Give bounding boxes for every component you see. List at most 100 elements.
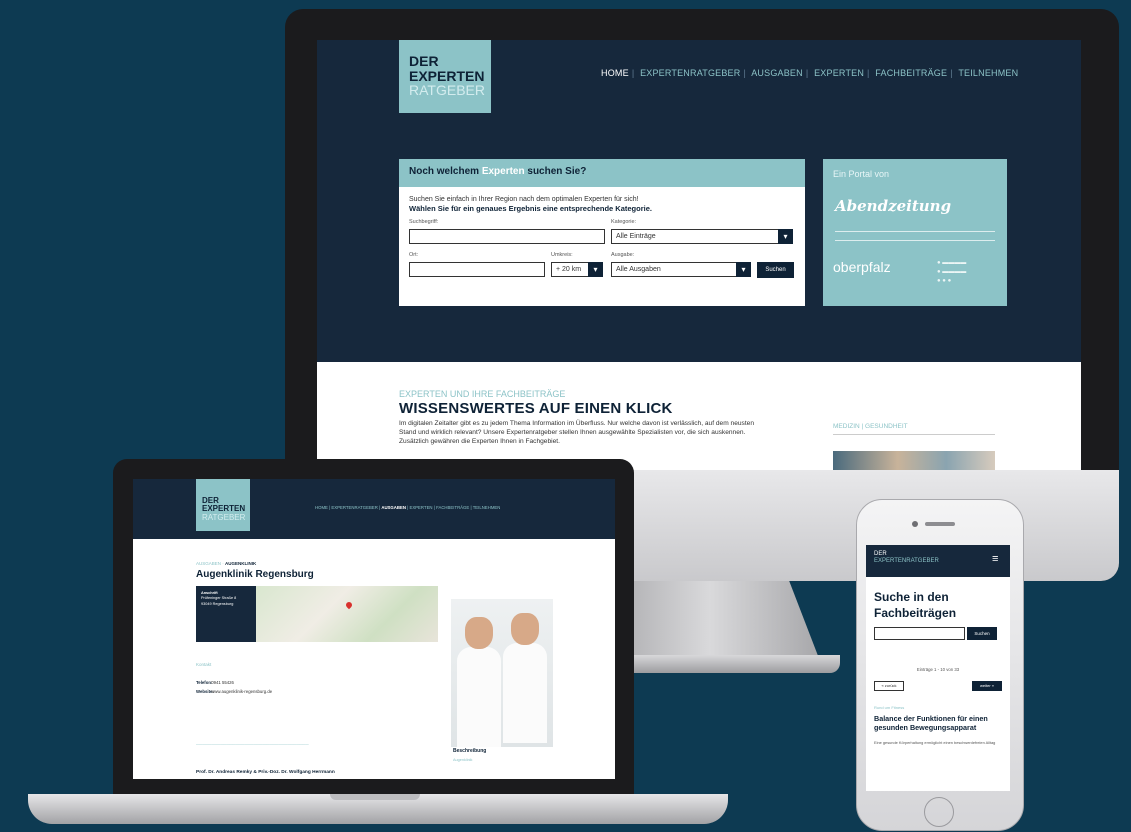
logo-line-2: EXPERTEN <box>409 67 485 84</box>
breadcrumb-ausgaben[interactable]: AUSGABEN <box>196 561 221 566</box>
contact-dots-icon: ● ▬▬▬▬ ● ▬▬▬▬ ● ● ● <box>937 260 967 284</box>
website-label: Website: <box>196 689 214 694</box>
portal-title: Ein Portal von <box>833 169 890 179</box>
nav-experten[interactable]: EXPERTEN <box>814 68 864 78</box>
address-box: Anschrift Prüfeninger Straße 8 93049 Reg… <box>196 586 256 642</box>
description-link[interactable]: ───────────────────────────────────── <box>196 742 436 747</box>
location-map[interactable] <box>256 586 438 642</box>
chevron-down-icon[interactable]: ▾ <box>588 262 603 277</box>
title-line-1: Suche in den <box>874 590 949 604</box>
section-text: Im digitalen Zeitalter gibt es zu jedem … <box>399 420 755 445</box>
doctor-face <box>511 613 539 645</box>
nav-teilnehmen[interactable]: TEILNEHMEN <box>473 505 501 510</box>
next-page-button[interactable]: weiter » <box>972 681 1002 691</box>
result-count: Einträge 1 - 10 von 33 <box>916 667 960 672</box>
beschreibung-sub: Augenklinik <box>453 758 473 762</box>
breadcrumb: AUSGABEN · AUGENKLINIK <box>196 561 257 566</box>
search-input[interactable] <box>874 627 965 640</box>
heading-pre: Noch welchem <box>409 166 480 177</box>
suchbegriff-input[interactable] <box>409 229 605 244</box>
site-logo[interactable]: DER EXPERTEN RATGEBER <box>399 40 491 113</box>
hamburger-menu-icon[interactable]: ≡ <box>992 554 998 565</box>
content-section: EXPERTEN UND IHRE FACHBEITRÄGE WISSENSWE… <box>317 362 1081 470</box>
nav-experten[interactable]: EXPERTEN <box>409 505 432 510</box>
telefon-row: Telefon: 0941 55426 <box>196 680 234 685</box>
nav-ausgaben[interactable]: AUSGABEN <box>751 68 803 78</box>
address-line-2: 93049 Regensburg <box>201 601 234 606</box>
label-ort: Ort: <box>409 252 419 258</box>
sidebar-category-title[interactable]: MEDIZIN | GESUNDHEIT <box>833 423 908 430</box>
kontakt-heading: Kontakt <box>196 662 212 667</box>
kategorie-select[interactable]: Alle Einträge <box>611 229 793 244</box>
website-row: Website: www.augenklinik-regensburg.de <box>196 689 272 694</box>
camera-icon <box>912 521 918 527</box>
ort-input[interactable] <box>409 262 545 277</box>
site-logo[interactable]: DER EXPERTEN RATGEBER <box>196 479 250 531</box>
oberpfalz-logo[interactable]: oberpfalz <box>833 259 891 275</box>
search-card-heading: Noch welchem Experten suchen Sie? <box>399 159 805 187</box>
main-nav: HOME | EXPERTENRATGEBER | AUSGABEN | EXPERT… <box>601 68 1019 78</box>
article-excerpt: Eine gesunde Körperhaltung ermöglicht ei… <box>874 740 996 745</box>
intro-text: Suchen Sie einfach in Ihrer Region nach … <box>409 196 639 203</box>
speaker-icon <box>925 522 955 526</box>
telefon-label: Telefon: <box>196 680 213 685</box>
logo-line-3: RATGEBER <box>409 82 485 99</box>
divider <box>833 434 995 435</box>
doctor-coat <box>503 643 547 743</box>
ausgabe-select[interactable]: Alle Ausgaben <box>611 262 751 277</box>
laptop-header: DER EXPERTEN RATGEBER HOME | EXPERTENRAT… <box>133 479 615 539</box>
nav-fachbeitraege[interactable]: FACHBEITRÄGE <box>875 68 947 78</box>
article-thumbnail[interactable] <box>833 451 995 470</box>
map-pin-icon <box>344 600 354 610</box>
nav-home[interactable]: HOME <box>315 505 328 510</box>
nav-home[interactable]: HOME <box>601 68 629 78</box>
label-suchbegriff: Suchbegriff: <box>409 219 439 225</box>
heading-post: suchen Sie? <box>527 166 587 177</box>
main-nav: HOME | EXPERTENRATGEBER | AUSGABEN | EXP… <box>315 505 501 510</box>
article-category[interactable]: Rund um Fitness <box>874 705 904 710</box>
phone-screen: DER EXPERTENRATGEBER ≡ Suche in den Fach… <box>866 545 1010 791</box>
divider <box>835 231 995 241</box>
search-button[interactable]: Suchen <box>967 627 997 640</box>
nav-fachbeitraege[interactable]: FACHBEITRÄGE <box>436 505 469 510</box>
chevron-down-icon[interactable]: ▾ <box>778 229 793 244</box>
abendzeitung-logo[interactable]: Abendzeitung <box>835 197 951 215</box>
title-line-2: Fachbeiträgen <box>874 605 957 620</box>
search-button[interactable]: Suchen <box>757 262 794 278</box>
label-umkreis: Umkreis: <box>551 252 573 258</box>
nav-teilnehmen[interactable]: TEILNEHMEN <box>958 68 1018 78</box>
nav-expertenratgeber[interactable]: EXPERTENRATGEBER <box>640 68 740 78</box>
telefon-value[interactable]: 0941 55426 <box>211 680 234 685</box>
page-title: Augenklinik Regensburg <box>196 569 314 580</box>
doctor-coat <box>457 647 501 747</box>
intro-bold: Wählen Sie für ein genaues Ergebnis eine… <box>409 204 652 214</box>
nav-expertenratgeber[interactable]: EXPERTENRATGEBER <box>331 505 377 510</box>
nav-ausgaben[interactable]: AUSGABEN <box>381 505 406 510</box>
label-kategorie: Kategorie: <box>611 219 637 225</box>
website-link[interactable]: www.augenklinik-regensburg.de <box>211 689 272 694</box>
search-intro: Suchen Sie einfach in Ihrer Region nach … <box>399 187 805 214</box>
laptop-notch <box>330 794 420 800</box>
doctors-photo <box>451 599 553 747</box>
site-logo[interactable]: DER EXPERTENRATGEBER <box>874 551 939 565</box>
breadcrumb-current: AUGENKLINIK <box>225 561 257 566</box>
article-title[interactable]: Balance der Funktionen für einen gesunde… <box>874 714 1004 733</box>
label-ausgabe: Ausgabe: <box>611 252 635 258</box>
home-button[interactable] <box>924 797 954 827</box>
page-title: Suche in den Fachbeiträgen <box>874 590 956 621</box>
doctors-names: Prof. Dr. Andreas Remky & Priv.-Doz. Dr.… <box>196 770 335 775</box>
beschreibung-heading: Beschreibung <box>453 748 487 754</box>
laptop-screen: DER EXPERTEN RATGEBER HOME | EXPERTENRAT… <box>133 479 615 779</box>
portal-card: Ein Portal von Abendzeitung oberpfalz ● … <box>823 159 1007 306</box>
doctor-face <box>465 617 493 649</box>
chevron-down-icon[interactable]: ▾ <box>736 262 751 277</box>
desktop-screen: DER EXPERTEN RATGEBER HOME | EXPERTENRATG… <box>317 40 1081 470</box>
phone-header: DER EXPERTENRATGEBER ≡ <box>866 545 1010 577</box>
logo-line-1: DER <box>409 53 439 69</box>
logo-line-2: EXPERTENRATGEBER <box>874 557 939 564</box>
search-card: Noch welchem Experten suchen Sie? Suchen… <box>399 159 805 306</box>
prev-page-button[interactable]: « zurück <box>874 681 904 691</box>
logo-line-1: DER <box>874 551 887 557</box>
section-title: WISSENSWERTES AUF EINEN KLICK <box>399 400 673 417</box>
heading-highlight: Experten <box>481 166 525 177</box>
